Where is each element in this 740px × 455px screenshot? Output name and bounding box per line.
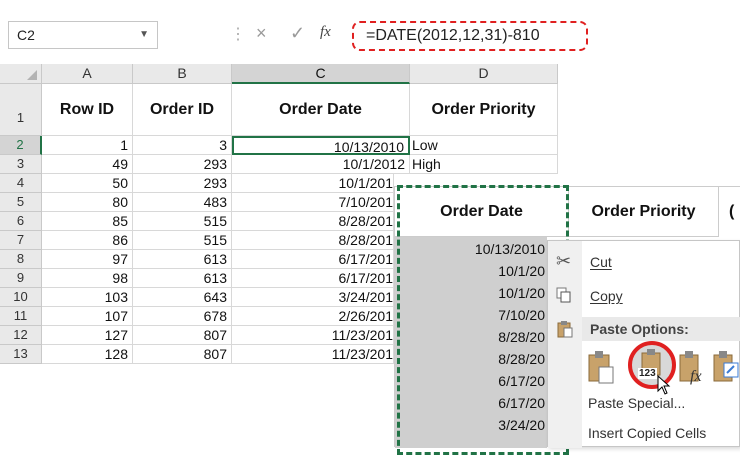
order-id-cell[interactable]: 515 bbox=[133, 212, 232, 231]
menu-item-copy[interactable]: Copy bbox=[548, 283, 740, 309]
select-all-triangle-icon bbox=[27, 70, 37, 80]
order-date-cell[interactable]: 10/1/2012 bbox=[232, 155, 410, 174]
row-header[interactable]: 5 bbox=[0, 193, 42, 212]
paste-options-label: Paste Options: bbox=[590, 321, 689, 337]
row-header[interactable]: 8 bbox=[0, 250, 42, 269]
svg-text:fx: fx bbox=[690, 368, 702, 385]
order-date-cell[interactable]: 6/17/201 bbox=[232, 250, 394, 269]
cancel-icon[interactable]: × bbox=[256, 23, 267, 44]
row-id-cell[interactable]: 97 bbox=[42, 250, 133, 269]
copy-marquee-border bbox=[397, 185, 569, 455]
row-header[interactable]: 2 bbox=[0, 136, 42, 155]
paste-options-header: Paste Options: bbox=[582, 317, 740, 341]
row-header[interactable]: 9 bbox=[0, 269, 42, 288]
column-header-d[interactable]: D bbox=[410, 64, 558, 84]
order-id-cell[interactable]: 678 bbox=[133, 307, 232, 326]
header-order-id[interactable]: Order ID bbox=[133, 84, 232, 136]
chevron-down-icon[interactable]: ▼ bbox=[139, 29, 149, 40]
order-priority-cell[interactable]: High bbox=[410, 155, 558, 174]
enter-icon[interactable]: ✓ bbox=[290, 23, 305, 44]
formula-text: =DATE(2012,12,31)-810 bbox=[366, 27, 540, 44]
row-header[interactable]: 10 bbox=[0, 288, 42, 307]
order-date-cell[interactable]: 2/26/201 bbox=[232, 307, 394, 326]
order-id-cell[interactable]: 643 bbox=[133, 288, 232, 307]
row-header-1[interactable]: 1 bbox=[0, 84, 42, 136]
order-date-cell[interactable]: 8/28/201 bbox=[232, 212, 394, 231]
menu-item-cut[interactable]: ✂ Cut bbox=[548, 249, 740, 275]
row-header[interactable]: 13 bbox=[0, 345, 42, 364]
order-date-cell[interactable]: 11/23/201 bbox=[232, 326, 394, 345]
zoom-header-order-priority: Order Priority bbox=[569, 187, 719, 237]
order-id-cell[interactable]: 807 bbox=[133, 326, 232, 345]
order-date-cell-active[interactable]: 10/13/2010 bbox=[232, 136, 410, 155]
order-date-cell[interactable]: 8/28/201 bbox=[232, 231, 394, 250]
formula-input[interactable]: =DATE(2012,12,31)-810 bbox=[352, 21, 588, 51]
order-id-cell[interactable]: 613 bbox=[133, 269, 232, 288]
column-header-c[interactable]: C bbox=[232, 64, 410, 84]
order-id-cell[interactable]: 3 bbox=[133, 136, 232, 155]
context-menu: ✂ Cut Copy Paste Options: 123 fx Paste S… bbox=[547, 240, 740, 448]
order-id-cell[interactable]: 483 bbox=[133, 193, 232, 212]
order-date-cell[interactable]: 10/1/201 bbox=[232, 174, 394, 193]
select-all-corner[interactable] bbox=[0, 64, 42, 84]
order-id-cell[interactable]: 515 bbox=[133, 231, 232, 250]
paste-formulas-icon[interactable]: fx bbox=[678, 349, 704, 385]
column-header-a[interactable]: A bbox=[42, 64, 133, 84]
row-id-cell[interactable]: 50 bbox=[42, 174, 133, 193]
row-header[interactable]: 7 bbox=[0, 231, 42, 250]
menu-item-insert-copied-cells[interactable]: Insert Copied Cells bbox=[582, 421, 740, 445]
row-header[interactable]: 12 bbox=[0, 326, 42, 345]
row-id-cell[interactable]: 127 bbox=[42, 326, 133, 345]
header-row-id[interactable]: Row ID bbox=[42, 84, 133, 136]
scissors-icon: ✂ bbox=[556, 251, 572, 271]
row-id-cell[interactable]: 128 bbox=[42, 345, 133, 364]
paste-values-badge: 123 bbox=[638, 368, 657, 379]
header-order-date[interactable]: Order Date bbox=[232, 84, 410, 136]
menu-item-paste-special[interactable]: Paste Special... bbox=[582, 391, 740, 415]
menu-label-insert-copied-cells: Insert Copied Cells bbox=[588, 425, 707, 441]
row-header[interactable]: 6 bbox=[0, 212, 42, 231]
paste-transpose-icon[interactable] bbox=[712, 349, 740, 385]
row-header[interactable]: 3 bbox=[0, 155, 42, 174]
column-header-b[interactable]: B bbox=[133, 64, 232, 84]
row-id-cell[interactable]: 103 bbox=[42, 288, 133, 307]
zoom-header-next-partial: ( bbox=[729, 203, 735, 220]
paste-icon bbox=[557, 321, 573, 338]
name-box[interactable]: C2 ▼ bbox=[8, 21, 158, 49]
header-order-priority[interactable]: Order Priority bbox=[410, 84, 558, 136]
order-id-cell[interactable]: 293 bbox=[133, 174, 232, 193]
separator-dots-icon: ⋮ bbox=[230, 26, 246, 43]
order-date-cell[interactable]: 7/10/201 bbox=[232, 193, 394, 212]
menu-label-paste-special: Paste Special... bbox=[588, 395, 686, 411]
insert-function-icon[interactable]: fx bbox=[320, 24, 331, 41]
order-priority-cell[interactable]: Low bbox=[410, 136, 558, 155]
row-id-cell[interactable]: 98 bbox=[42, 269, 133, 288]
order-id-cell[interactable]: 613 bbox=[133, 250, 232, 269]
row-id-cell[interactable]: 86 bbox=[42, 231, 133, 250]
row-header[interactable]: 11 bbox=[0, 307, 42, 326]
order-date-cell[interactable]: 3/24/201 bbox=[232, 288, 394, 307]
copy-icon bbox=[556, 287, 571, 303]
row-id-cell[interactable]: 80 bbox=[42, 193, 133, 212]
order-date-cell[interactable]: 6/17/201 bbox=[232, 269, 394, 288]
order-date-cell[interactable]: 11/23/201 bbox=[232, 345, 394, 364]
row-id-cell[interactable]: 107 bbox=[42, 307, 133, 326]
order-id-cell[interactable]: 807 bbox=[133, 345, 232, 364]
menu-label-cut: Cut bbox=[590, 254, 612, 270]
name-box-value: C2 bbox=[17, 27, 35, 43]
paste-icon[interactable] bbox=[586, 349, 616, 385]
menu-label-copy: Copy bbox=[590, 288, 623, 304]
row-header[interactable]: 4 bbox=[0, 174, 42, 193]
row-id-cell[interactable]: 85 bbox=[42, 212, 133, 231]
row-id-cell[interactable]: 1 bbox=[42, 136, 133, 155]
order-id-cell[interactable]: 293 bbox=[133, 155, 232, 174]
row-id-cell[interactable]: 49 bbox=[42, 155, 133, 174]
